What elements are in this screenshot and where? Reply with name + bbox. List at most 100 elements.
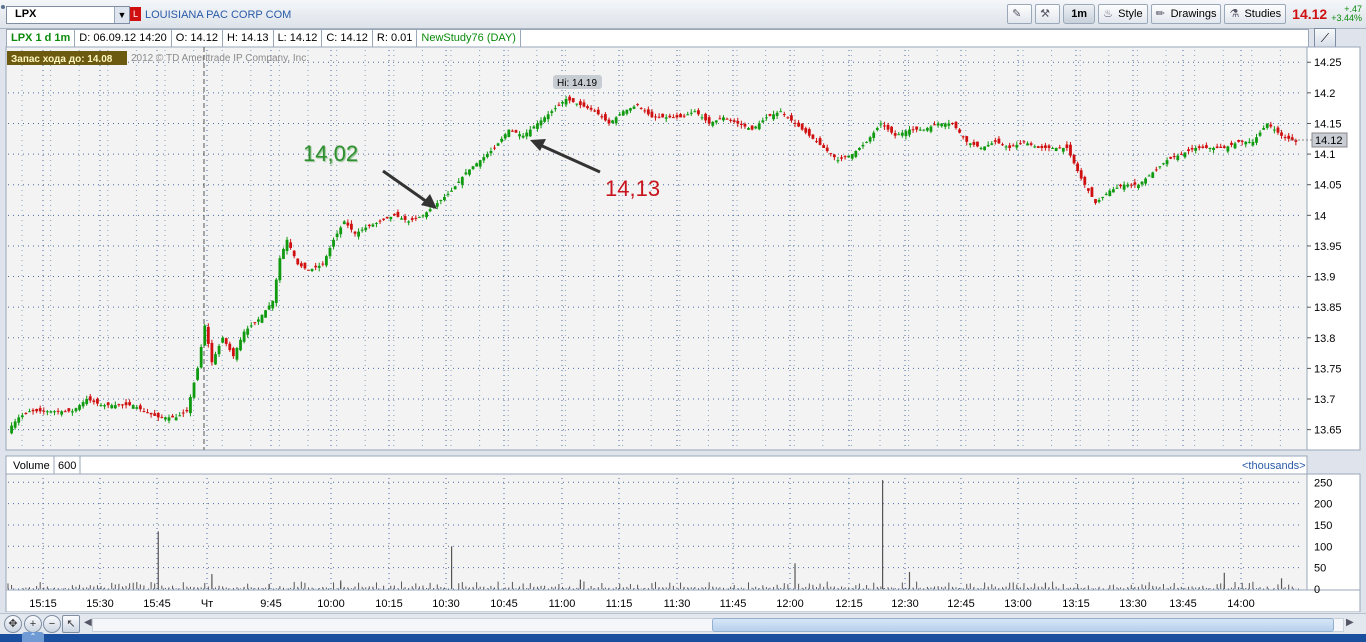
candle-body <box>990 143 994 145</box>
candle-body <box>113 405 117 409</box>
scroll-thumb[interactable] <box>712 618 1334 632</box>
candle-body <box>729 119 733 121</box>
candle-body <box>679 114 682 118</box>
candle-body <box>518 134 521 137</box>
bottom-collapse-icon[interactable]: ⌃ <box>22 632 44 642</box>
candle-body <box>1026 143 1029 146</box>
candle-body <box>367 224 371 227</box>
candle-body <box>103 405 106 407</box>
volume-units: <thousands> <box>1242 460 1306 472</box>
scroll-left-icon[interactable]: ◀ <box>84 617 92 628</box>
candle-body <box>1151 172 1155 178</box>
volume-period: 600 <box>58 460 76 472</box>
candle-body <box>1115 187 1119 189</box>
candle-body <box>993 140 997 142</box>
time-tick-label: 10:45 <box>490 598 518 610</box>
price-tick-label: 14.15 <box>1314 118 1342 130</box>
candle-body <box>675 115 679 118</box>
time-tick-label: 12:00 <box>776 598 804 610</box>
candle-body <box>582 102 586 107</box>
candle-body <box>722 117 725 121</box>
volume-tick-label: 150 <box>1314 520 1332 532</box>
candle-body <box>171 415 174 418</box>
candle-body <box>861 144 865 147</box>
candle-body <box>196 368 199 380</box>
candle-body <box>42 410 46 412</box>
candle-body <box>285 239 289 251</box>
time-tick-label: 9:45 <box>260 598 281 610</box>
candle-body <box>414 217 418 219</box>
candle-body <box>671 117 675 119</box>
candle-body <box>725 118 729 120</box>
time-tick-label: 15:15 <box>29 598 57 610</box>
candle-body <box>596 109 600 115</box>
candle-body <box>682 115 686 117</box>
candle-body <box>943 123 947 127</box>
candle-body <box>453 186 457 190</box>
candle-body <box>164 417 167 420</box>
candle-body <box>543 117 547 122</box>
candle-body <box>1044 145 1047 148</box>
candle-body <box>879 123 883 125</box>
copyright-text: 2012 © TD Ameritrade IP Company, Inc. <box>131 53 309 64</box>
candle-body <box>593 110 597 112</box>
candle-body <box>664 117 668 119</box>
current-price-tag: 14.12 <box>1315 135 1343 147</box>
pan-icon[interactable]: ✥ <box>4 615 22 633</box>
candle-body <box>829 153 833 155</box>
candle-body <box>1276 127 1280 133</box>
candle-body <box>1226 146 1230 152</box>
candle-body <box>1197 146 1201 148</box>
candle-body <box>1108 190 1112 197</box>
candle-body <box>858 147 861 150</box>
candle-body <box>539 120 543 126</box>
candle-body <box>1208 147 1212 149</box>
candle-body <box>121 404 124 406</box>
candle-body <box>1083 176 1087 185</box>
price-tick-label: 13.75 <box>1314 363 1342 375</box>
volume-header <box>5 455 1308 475</box>
candle-body <box>764 117 768 119</box>
candle-body <box>629 108 632 111</box>
candle-body <box>407 221 411 223</box>
candle-body <box>521 135 525 138</box>
candle-body <box>38 408 42 412</box>
candle-body <box>88 396 92 401</box>
candle-body <box>203 325 207 346</box>
candle-body <box>815 141 818 143</box>
candle-body <box>707 117 711 124</box>
candle-body <box>267 305 271 310</box>
zoom-out-icon[interactable]: − <box>43 615 61 633</box>
price-chart[interactable]: 14.25 14.2 14.15 14.1 14.05 14 13.95 13.9 13.85 1… <box>0 0 1366 612</box>
scroll-right-icon[interactable]: ▶ <box>1346 617 1354 628</box>
candle-body <box>1008 145 1012 148</box>
zoom-in-icon[interactable]: + <box>24 615 42 633</box>
candle-body <box>282 249 285 259</box>
candle-body <box>850 154 854 159</box>
candle-body <box>1047 145 1051 148</box>
candle-body <box>106 402 110 406</box>
candle-body <box>793 122 797 124</box>
candle-body <box>70 411 74 413</box>
time-tick-label: 10:15 <box>375 598 403 610</box>
candle-body <box>911 129 915 131</box>
candle-body <box>1251 141 1255 146</box>
candle-body <box>450 190 453 192</box>
candle-body <box>1065 144 1069 148</box>
pointer-icon[interactable]: ↖ <box>62 615 80 633</box>
candle-body <box>242 331 246 342</box>
candle-body <box>206 326 210 344</box>
candle-body <box>1205 145 1208 148</box>
candle-body <box>825 147 829 152</box>
chart-scrollbar[interactable]: ✥ + − ↖ ◀ ▶ <box>0 613 1366 635</box>
candle-body <box>460 177 464 185</box>
candle-body <box>74 408 78 412</box>
candle-body <box>428 209 432 212</box>
candle-body <box>142 411 146 413</box>
candle-body <box>525 132 529 137</box>
candle-body <box>1129 184 1133 186</box>
candle-body <box>697 110 700 115</box>
candle-body <box>1244 141 1248 145</box>
time-tick-label: 15:30 <box>86 598 114 610</box>
candle-body <box>747 128 750 130</box>
